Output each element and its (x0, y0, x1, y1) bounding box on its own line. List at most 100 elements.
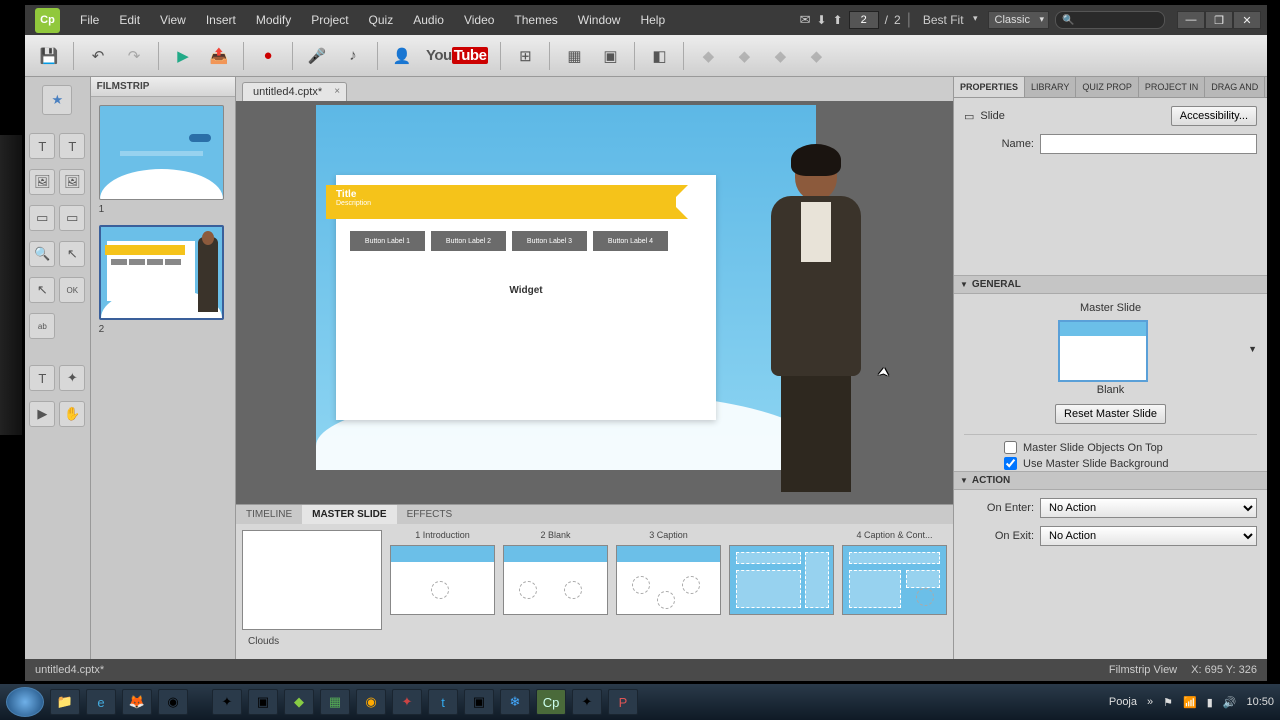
onenter-select[interactable]: No Action (1040, 498, 1257, 518)
preview-button[interactable]: ▶ (167, 41, 199, 71)
youtube-button[interactable]: YouTube (422, 41, 492, 71)
clock[interactable]: 10:50 (1246, 696, 1274, 708)
master-slide-preview[interactable] (1058, 320, 1148, 382)
app-icon-9[interactable]: ❄ (500, 689, 530, 715)
click-tool[interactable]: ↖ (29, 277, 55, 303)
arrange4-button[interactable]: ◆ (800, 41, 832, 71)
textbox-tool[interactable]: ab (29, 313, 55, 339)
powerpoint-icon[interactable]: P (608, 689, 638, 715)
character-image[interactable] (756, 150, 876, 480)
undo-button[interactable]: ↶ (82, 41, 114, 71)
theme-thumb[interactable] (242, 530, 382, 630)
menu-view[interactable]: View (150, 9, 196, 31)
menu-help[interactable]: Help (630, 9, 675, 31)
app-icon-8[interactable]: ▣ (464, 689, 494, 715)
master-thumb-3[interactable] (616, 545, 721, 615)
name-input[interactable] (1040, 134, 1257, 154)
slide-thumb-1[interactable] (99, 105, 224, 200)
captivate-taskbar-icon[interactable]: Cp (536, 689, 566, 715)
effects-tab[interactable]: EFFECTS (397, 505, 463, 524)
master-thumb-2[interactable] (503, 545, 608, 615)
effect-tool[interactable]: ✦ (59, 365, 85, 391)
menu-project[interactable]: Project (301, 9, 358, 31)
mail-icon[interactable]: ✉ (800, 12, 811, 28)
app-icon-1[interactable]: ✦ (212, 689, 242, 715)
slide-stage[interactable]: Title Description Button Label 1 Button … (316, 105, 816, 470)
text-entry-tool[interactable]: T (59, 133, 85, 159)
tab-button-1[interactable]: Button Label 1 (350, 231, 425, 251)
hand-tool[interactable]: ✋ (59, 401, 85, 427)
menu-audio[interactable]: Audio (403, 9, 454, 31)
project-info-tab[interactable]: PROJECT IN (1139, 77, 1205, 97)
highlight-tool[interactable]: ▭ (29, 205, 55, 231)
rollover-tool[interactable]: ▭ (59, 205, 85, 231)
arrange2-button[interactable]: ◆ (728, 41, 760, 71)
menu-file[interactable]: File (70, 9, 109, 31)
onexit-select[interactable]: No Action (1040, 526, 1257, 546)
star-tool[interactable]: ★ (42, 85, 72, 115)
zoom-select[interactable]: Best Fit (917, 11, 982, 29)
save-button[interactable]: 💾 (33, 41, 65, 71)
arrange1-button[interactable]: ◆ (692, 41, 724, 71)
record-button[interactable]: ● (252, 41, 284, 71)
character-button[interactable]: 👤 (386, 41, 418, 71)
app-icon-6[interactable]: ✦ (392, 689, 422, 715)
audio-button[interactable]: 🎤 (301, 41, 333, 71)
close-tab-icon[interactable]: × (334, 86, 340, 97)
image-tool[interactable]: 🖼 (29, 169, 55, 195)
app-icon-7[interactable]: t (428, 689, 458, 715)
master-thumb-5[interactable] (842, 545, 947, 615)
menu-edit[interactable]: Edit (109, 9, 150, 31)
minimize-button[interactable]: — (1177, 11, 1205, 29)
reset-master-button[interactable]: Reset Master Slide (1055, 404, 1166, 424)
workspace-select[interactable]: Classic (988, 11, 1049, 29)
master-thumb-4[interactable] (729, 545, 834, 615)
slide-thumb-2[interactable] (99, 225, 224, 320)
menu-modify[interactable]: Modify (246, 9, 301, 31)
objects-on-top-checkbox[interactable] (1004, 441, 1017, 454)
tray-flag-icon[interactable]: ⚑ (1163, 696, 1173, 709)
drag-tab[interactable]: DRAG AND (1205, 77, 1265, 97)
menu-quiz[interactable]: Quiz (359, 9, 404, 31)
redo-button[interactable]: ↷ (118, 41, 150, 71)
music-button[interactable]: ♪ (337, 41, 369, 71)
search-input[interactable]: 🔍 (1055, 11, 1165, 29)
master-thumb-1[interactable] (390, 545, 495, 615)
master-dropdown-icon[interactable]: ▼ (1248, 344, 1257, 354)
content-card[interactable]: Title Description Button Label 1 Button … (336, 175, 716, 420)
firefox-icon[interactable]: 🦊 (122, 689, 152, 715)
menu-insert[interactable]: Insert (196, 9, 246, 31)
widgets-button[interactable]: ⊞ (509, 41, 541, 71)
maximize-button[interactable]: ❐ (1205, 11, 1233, 29)
text-caption-tool[interactable]: T (29, 133, 55, 159)
chrome-icon[interactable]: ◉ (158, 689, 188, 715)
ie-icon[interactable]: e (86, 689, 116, 715)
video-tool[interactable]: ▶ (29, 401, 55, 427)
layout-button[interactable]: ◧ (643, 41, 675, 71)
grid-button[interactable]: ▦ (558, 41, 590, 71)
menu-video[interactable]: Video (454, 9, 504, 31)
animation-tool[interactable]: T (29, 365, 55, 391)
tab-button-3[interactable]: Button Label 3 (512, 231, 587, 251)
publish-button[interactable]: 📤 (203, 41, 235, 71)
wifi-icon[interactable]: 📶 (1183, 696, 1197, 709)
accessibility-button[interactable]: Accessibility... (1171, 106, 1257, 126)
close-button[interactable]: ✕ (1233, 11, 1261, 29)
arrange3-button[interactable]: ◆ (764, 41, 796, 71)
app-icon-3[interactable]: ◆ (284, 689, 314, 715)
title-ribbon[interactable]: Title Description (326, 185, 676, 219)
app-icon-4[interactable]: ▦ (320, 689, 350, 715)
mouse-tool[interactable]: ↖ (59, 241, 85, 267)
document-tab[interactable]: untitled4.cptx*× (242, 82, 347, 101)
button-tool[interactable]: OK (59, 277, 85, 303)
tab-button-4[interactable]: Button Label 4 (593, 231, 668, 251)
general-section[interactable]: GENERAL (954, 275, 1267, 294)
tab-button-2[interactable]: Button Label 2 (431, 231, 506, 251)
battery-icon[interactable]: ▮ (1207, 696, 1213, 709)
library-tab[interactable]: LIBRARY (1025, 77, 1076, 97)
prev-page-icon[interactable]: ⬇ (817, 13, 827, 27)
properties-tab[interactable]: PROPERTIES (954, 77, 1025, 97)
app-icon-10[interactable]: ✦ (572, 689, 602, 715)
menu-window[interactable]: Window (568, 9, 631, 31)
quiz-prop-tab[interactable]: QUIZ PROP (1076, 77, 1139, 97)
